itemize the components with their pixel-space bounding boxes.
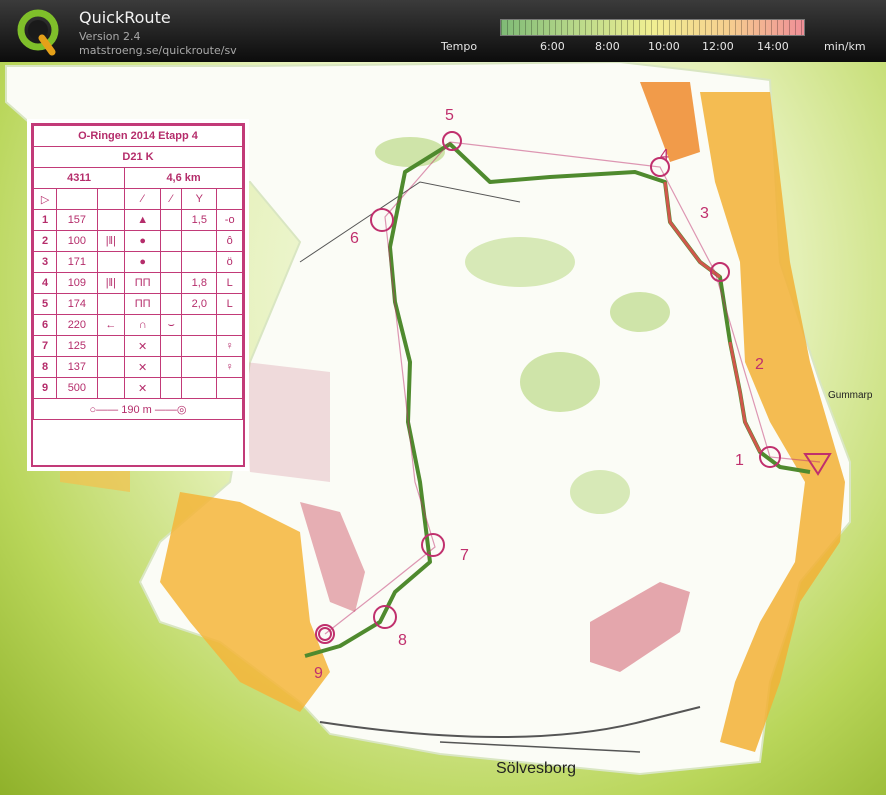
finish-distance: 190 m bbox=[121, 403, 152, 416]
quickroute-logo-icon bbox=[17, 9, 59, 56]
finish-row: ○—— 190 m ——◎ bbox=[33, 398, 243, 420]
table-row: 3 171 ● ö bbox=[32, 251, 243, 273]
table-row: 2 100 |‖| ● ô bbox=[32, 230, 243, 252]
tempo-color-scale bbox=[500, 19, 805, 36]
start-triangle-icon: ▷ bbox=[32, 188, 58, 210]
control-number: 9 bbox=[314, 665, 323, 682]
app-title: QuickRoute bbox=[79, 8, 171, 27]
table-row: 1 157 ▲ 1,5 -o bbox=[32, 209, 243, 231]
table-row: 6 220 ← ∩ ⌣ bbox=[32, 314, 243, 336]
place-label: Gummarp bbox=[828, 390, 873, 401]
card-class: D21 K bbox=[33, 146, 243, 168]
tempo-tick: 10:00 bbox=[648, 40, 680, 53]
vegetation-area bbox=[570, 470, 630, 514]
tempo-label: Tempo bbox=[441, 40, 478, 53]
table-row: 7 125 ✕ ♀ bbox=[32, 335, 243, 357]
table-row: 9 500 ✕ bbox=[32, 377, 243, 399]
tempo-tick: 14:00 bbox=[757, 40, 789, 53]
restricted-area bbox=[245, 362, 330, 482]
app-url: matstroeng.se/quickroute/sv bbox=[79, 44, 237, 57]
tempo-tick: 6:00 bbox=[540, 40, 565, 53]
town-label: Sölvesborg bbox=[496, 760, 577, 777]
app-version: Version 2.4 bbox=[79, 30, 141, 43]
control-number: 3 bbox=[700, 205, 709, 222]
tempo-tick: 8:00 bbox=[595, 40, 620, 53]
control-number: 6 bbox=[350, 230, 359, 247]
control-number: 1 bbox=[735, 452, 744, 469]
control-description-card: O-Ringen 2014 Etapp 4 D21 K 4311 4,6 km … bbox=[31, 123, 245, 467]
control-number: 7 bbox=[460, 547, 469, 564]
control-number: 5 bbox=[445, 107, 454, 124]
vegetation-area bbox=[610, 292, 670, 332]
card-title: O-Ringen 2014 Etapp 4 bbox=[33, 125, 243, 147]
tempo-tick: 12:00 bbox=[702, 40, 734, 53]
vegetation-area bbox=[520, 352, 600, 412]
control-description-table: O-Ringen 2014 Etapp 4 D21 K 4311 4,6 km … bbox=[32, 125, 243, 420]
control-number: 4 bbox=[660, 147, 669, 164]
table-row: 8 137 ✕ ♀ bbox=[32, 356, 243, 378]
card-code: 4311 bbox=[32, 167, 126, 189]
control-number: 2 bbox=[755, 356, 764, 373]
table-row: 5 174 ΠΠ 2,0 L bbox=[32, 293, 243, 315]
control-number: 8 bbox=[398, 632, 407, 649]
card-length: 4,6 km bbox=[124, 167, 243, 189]
vegetation-area bbox=[465, 237, 575, 287]
tempo-unit: min/km bbox=[824, 40, 866, 53]
table-row: 4 109 |‖| ΠΠ 1,8 L bbox=[32, 272, 243, 294]
app-header: QuickRoute Version 2.4 matstroeng.se/qui… bbox=[0, 0, 886, 62]
